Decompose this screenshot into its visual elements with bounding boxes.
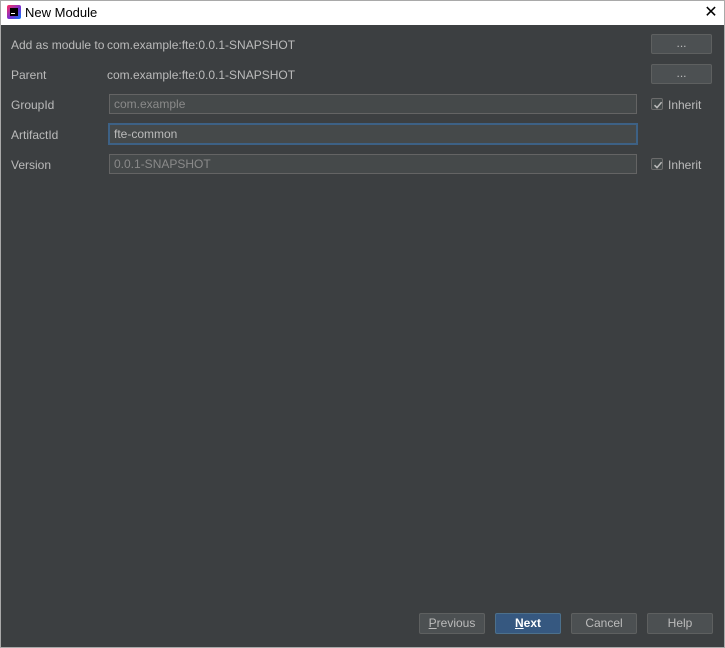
add-as-module-browse-button[interactable]: ... — [651, 34, 712, 54]
next-mnemonic: N — [514, 616, 524, 630]
artifact-id-label: ArtifactId — [11, 128, 59, 142]
close-button[interactable]: ✕ — [700, 2, 722, 24]
previous-label-rest: revious — [436, 616, 476, 630]
checkmark-icon — [653, 101, 663, 109]
group-id-inherit-box[interactable] — [651, 98, 663, 110]
next-button[interactable]: Next — [495, 613, 561, 634]
window-title: New Module — [25, 5, 98, 20]
group-id-label: GroupId — [11, 98, 55, 112]
previous-button[interactable]: Previous — [419, 613, 485, 634]
cancel-button[interactable]: Cancel — [571, 613, 637, 634]
intellij-app-icon — [7, 5, 21, 19]
group-id-inherit-label: Inherit — [668, 98, 702, 112]
version-field[interactable] — [109, 154, 637, 174]
parent-value: com.example:fte:0.0.1-SNAPSHOT — [107, 68, 296, 82]
parent-label: Parent — [11, 68, 47, 82]
next-label-rest: ext — [523, 616, 541, 630]
checkmark-icon — [653, 161, 663, 169]
close-icon: ✕ — [704, 4, 718, 21]
help-button[interactable]: Help — [647, 613, 713, 634]
version-inherit-label: Inherit — [668, 158, 702, 172]
title-bar: New Module ✕ — [1, 1, 724, 25]
previous-mnemonic: P — [428, 616, 437, 630]
version-label: Version — [11, 158, 52, 172]
new-module-dialog: New Module ✕ Add as module to com.exampl… — [0, 0, 725, 648]
parent-browse-button[interactable]: ... — [651, 64, 712, 84]
group-id-field[interactable] — [109, 94, 637, 114]
version-inherit-box[interactable] — [651, 158, 663, 170]
add-as-module-label: Add as module to — [11, 38, 105, 52]
artifact-id-field[interactable] — [109, 124, 637, 144]
add-as-module-value: com.example:fte:0.0.1-SNAPSHOT — [107, 38, 296, 52]
